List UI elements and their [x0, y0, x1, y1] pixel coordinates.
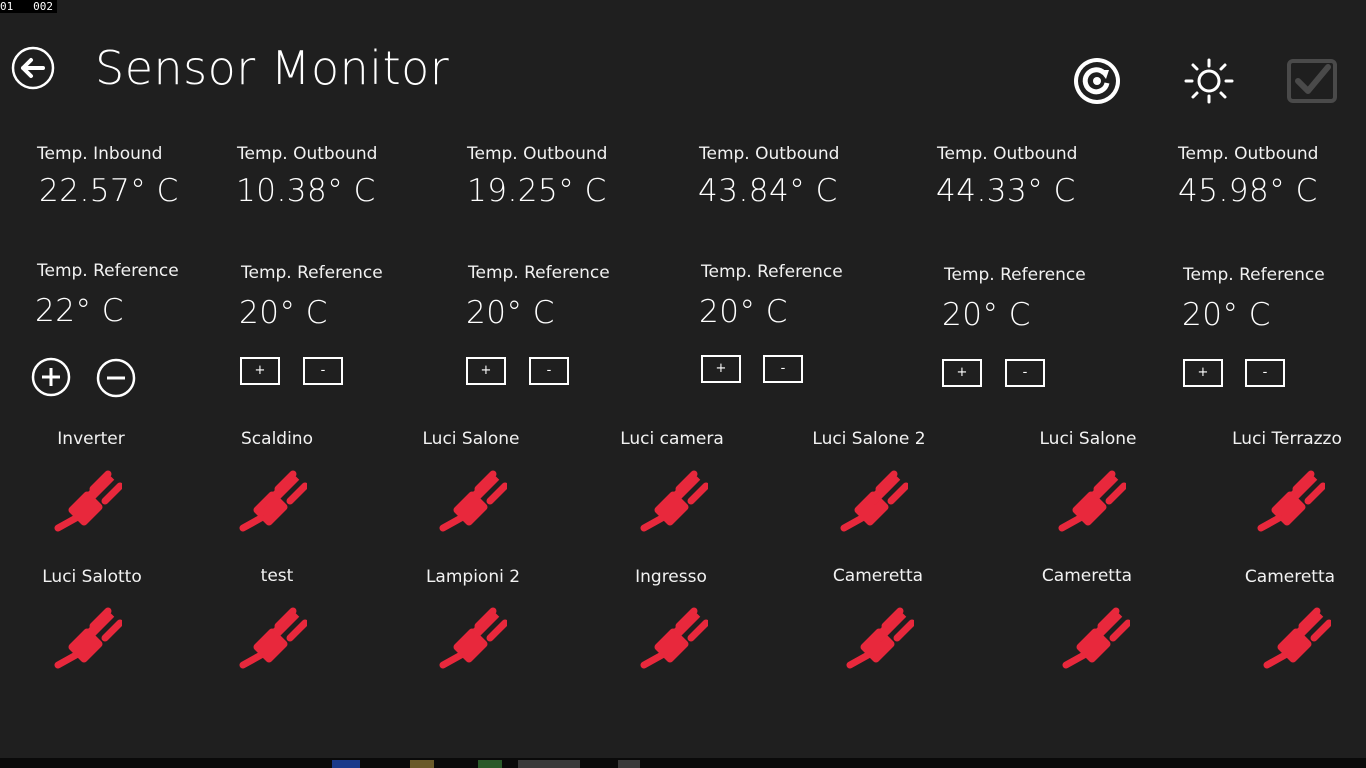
increase-reference-button[interactable]: +	[701, 355, 741, 383]
temp-value: 44.33° C	[936, 173, 1076, 209]
reference-value: 20° C	[1182, 297, 1271, 333]
reference-value: 20° C	[239, 295, 328, 331]
decrease-reference-button[interactable]: -	[529, 357, 569, 385]
temp-label: Temp. Outbound	[467, 144, 608, 164]
device-toggle-button[interactable]	[237, 607, 309, 669]
plug-icon	[54, 470, 124, 532]
temp-label: Temp. Outbound	[937, 144, 1078, 164]
back-button[interactable]	[11, 46, 55, 90]
taskbar	[0, 758, 1366, 768]
device-label: Lampioni 2	[425, 567, 521, 587]
temp-value: 10.38° C	[236, 173, 376, 209]
reference-label: Temp. Reference	[37, 261, 179, 281]
device-label: Cameretta	[1244, 567, 1336, 587]
device-label: Luci Salone	[1039, 429, 1137, 449]
temp-label: Temp. Inbound	[37, 144, 163, 164]
sun-icon	[1184, 58, 1234, 104]
device-toggle-button[interactable]	[1060, 607, 1132, 669]
select-all-button[interactable]	[1286, 57, 1338, 105]
refresh-icon	[1074, 58, 1120, 104]
reference-value: 22° C	[35, 293, 124, 329]
device-toggle-button[interactable]	[1261, 607, 1333, 669]
plug-icon	[439, 607, 509, 669]
taskbar-app-icon[interactable]	[332, 760, 360, 768]
plug-icon	[1257, 470, 1327, 532]
plug-icon	[640, 470, 710, 532]
reference-label: Temp. Reference	[241, 263, 383, 283]
decrease-reference-button[interactable]: -	[763, 355, 803, 383]
decrease-reference-button[interactable]: -	[303, 357, 343, 385]
plug-icon	[239, 470, 309, 532]
taskbar-app-icon[interactable]	[410, 760, 434, 768]
temp-value: 22.57° C	[39, 173, 179, 209]
back-arrow-icon	[11, 46, 55, 90]
taskbar-app-icon[interactable]	[518, 760, 580, 768]
refresh-button[interactable]	[1071, 58, 1123, 104]
plus-circle-icon	[31, 357, 71, 397]
device-label: Inverter	[57, 429, 125, 449]
device-label: Luci Salone	[422, 429, 520, 449]
device-toggle-button[interactable]	[1255, 470, 1327, 532]
decrease-reference-button[interactable]	[96, 358, 136, 398]
plug-icon	[1062, 607, 1132, 669]
temp-value: 19.25° C	[467, 173, 607, 209]
checkbox-icon	[1287, 59, 1337, 103]
page-title: Sensor Monitor	[95, 41, 450, 95]
increase-reference-button[interactable]: +	[1183, 359, 1223, 387]
temp-value: 43.84° C	[698, 173, 838, 209]
decrease-reference-button[interactable]: -	[1005, 359, 1045, 387]
device-label: Luci Terrazzo	[1232, 429, 1342, 449]
taskbar-app-icon[interactable]	[618, 760, 640, 768]
device-label: Scaldino	[241, 429, 313, 449]
device-label: Ingresso	[635, 567, 707, 587]
debug-counter: 01 002	[0, 0, 57, 13]
reference-label: Temp. Reference	[944, 265, 1086, 285]
device-toggle-button[interactable]	[638, 470, 710, 532]
plug-icon	[840, 470, 910, 532]
reference-value: 20° C	[699, 294, 788, 330]
plug-icon	[1058, 470, 1128, 532]
reference-label: Temp. Reference	[468, 263, 610, 283]
plug-icon	[439, 470, 509, 532]
plug-icon	[239, 607, 309, 669]
device-label: Cameretta	[832, 566, 924, 586]
device-toggle-button[interactable]	[52, 470, 124, 532]
device-toggle-button[interactable]	[437, 607, 509, 669]
temp-label: Temp. Outbound	[1178, 144, 1319, 164]
reference-value: 20° C	[942, 297, 1031, 333]
device-label: Luci camera	[620, 429, 724, 449]
reference-value: 20° C	[466, 295, 555, 331]
plug-icon	[640, 607, 710, 669]
device-toggle-button[interactable]	[638, 607, 710, 669]
temp-label: Temp. Outbound	[237, 144, 378, 164]
plug-icon	[1263, 607, 1333, 669]
reference-label: Temp. Reference	[701, 262, 843, 282]
brightness-button[interactable]	[1182, 58, 1236, 104]
device-toggle-button[interactable]	[1056, 470, 1128, 532]
temp-value: 45.98° C	[1178, 173, 1318, 209]
device-label: Cameretta	[1041, 566, 1133, 586]
device-label: test	[260, 566, 294, 586]
increase-reference-button[interactable]: +	[942, 359, 982, 387]
device-label: Luci Salone 2	[812, 429, 926, 449]
device-toggle-button[interactable]	[52, 607, 124, 669]
increase-reference-button[interactable]	[31, 357, 71, 397]
taskbar-app-icon[interactable]	[478, 760, 502, 768]
device-label: Luci Salotto	[42, 567, 142, 587]
plug-icon	[54, 607, 124, 669]
device-toggle-button[interactable]	[844, 607, 916, 669]
decrease-reference-button[interactable]: -	[1245, 359, 1285, 387]
minus-circle-icon	[96, 358, 136, 398]
device-toggle-button[interactable]	[437, 470, 509, 532]
device-toggle-button[interactable]	[237, 470, 309, 532]
temp-label: Temp. Outbound	[699, 144, 840, 164]
increase-reference-button[interactable]: +	[240, 357, 280, 385]
increase-reference-button[interactable]: +	[466, 357, 506, 385]
device-toggle-button[interactable]	[838, 470, 910, 532]
reference-label: Temp. Reference	[1183, 265, 1325, 285]
plug-icon	[846, 607, 916, 669]
